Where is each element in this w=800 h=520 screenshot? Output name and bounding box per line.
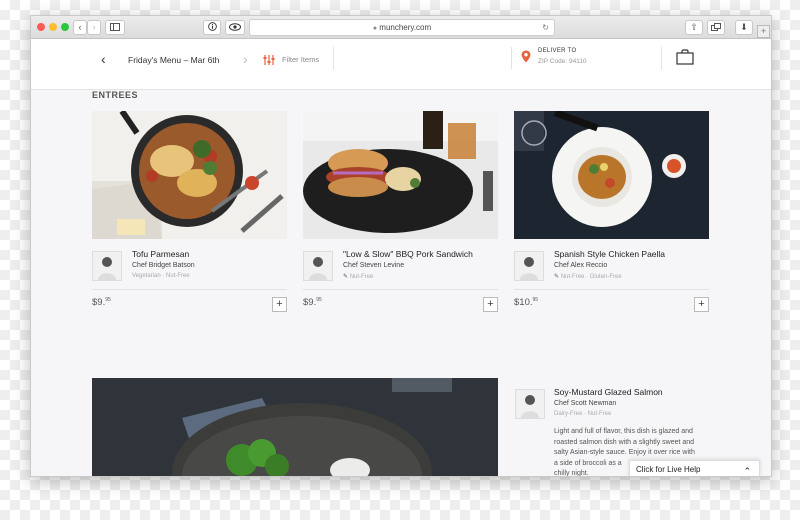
sidebar-toggle-icon[interactable] bbox=[105, 20, 125, 35]
price-main: $9. bbox=[303, 297, 317, 309]
dish-name[interactable]: Spanish Style Chicken Paella bbox=[554, 249, 665, 259]
address-bar[interactable]: ● munchery.com ↻ bbox=[249, 19, 555, 36]
chef-avatar bbox=[303, 251, 333, 281]
zoom-window-button[interactable] bbox=[61, 23, 69, 31]
chef-name: Chef Steven Levine bbox=[343, 262, 405, 269]
featured-dietary-tags: Dairy-Free · Nut-Free bbox=[554, 411, 612, 417]
window-corner-icon: + bbox=[757, 25, 770, 38]
nav-divider bbox=[661, 47, 662, 69]
address-bar-url: munchery.com bbox=[379, 23, 432, 32]
browser-window: ‹ › ● munchery.com ↻ ⇧ ⬇ ‹ Friday's Menu… bbox=[30, 15, 772, 477]
description-line: Light and full of flavor, this dish is g… bbox=[554, 428, 693, 435]
next-day-button[interactable]: › bbox=[243, 51, 248, 67]
deliver-to-label: DELIVER TO bbox=[538, 48, 577, 54]
price-main: $9. bbox=[92, 297, 106, 309]
location-pin-icon[interactable] bbox=[521, 50, 531, 68]
live-help-button[interactable]: Click for Live Help ⌃ bbox=[629, 460, 760, 476]
browser-forward-button[interactable]: › bbox=[87, 20, 101, 35]
chef-name: Chef Alex Reccio bbox=[554, 262, 608, 269]
browser-back-button[interactable]: ‹ bbox=[73, 20, 87, 35]
description-line: roasted salmon dish with a slightly swee… bbox=[554, 438, 695, 446]
menu-card[interactable]: Tofu Parmesan Chef Bridget Batson Vegeta… bbox=[92, 111, 287, 321]
dietary-tags: ✎ Nut-Free bbox=[343, 273, 373, 280]
tabs-icon[interactable] bbox=[707, 20, 725, 35]
price-cents: 95 bbox=[316, 297, 322, 303]
dish-name[interactable]: Tofu Parmesan bbox=[132, 249, 189, 259]
dietary-tags-text: Nut-Free · Gluten-Free bbox=[560, 274, 622, 280]
reload-icon[interactable]: ↻ bbox=[542, 20, 549, 35]
add-to-cart-button[interactable]: + bbox=[694, 297, 709, 312]
chef-name: Chef Bridget Batson bbox=[132, 262, 195, 269]
menu-date-title: Friday's Menu – Mar 6th bbox=[128, 55, 220, 65]
dietary-tags-text: Nut-Free bbox=[349, 274, 374, 280]
filter-items-button[interactable]: Filter Items bbox=[282, 55, 319, 64]
chevron-up-icon: ⌃ bbox=[743, 466, 751, 476]
chef-avatar bbox=[514, 251, 544, 281]
nav-divider bbox=[511, 47, 512, 69]
nut-free-icon: ✎ bbox=[343, 274, 349, 280]
dish-photo[interactable] bbox=[514, 111, 709, 239]
live-help-label: Click for Live Help bbox=[636, 465, 701, 474]
add-to-cart-button[interactable]: + bbox=[483, 297, 498, 312]
zip-code-field[interactable]: ZIP Code: 94110 bbox=[538, 58, 587, 65]
price: $9.95 bbox=[303, 297, 322, 308]
info-icon[interactable] bbox=[203, 20, 221, 35]
menu-card[interactable]: "Low & Slow" BBQ Pork Sandwich Chef Stev… bbox=[303, 111, 498, 321]
reader-view-icon[interactable] bbox=[225, 20, 245, 35]
chef-avatar bbox=[92, 251, 122, 281]
price-main: $10. bbox=[514, 297, 533, 309]
dish-name[interactable]: "Low & Slow" BBQ Pork Sandwich bbox=[343, 249, 473, 259]
lock-icon: ● bbox=[372, 25, 378, 32]
shopping-bag-icon[interactable] bbox=[676, 49, 694, 70]
price: $10.95 bbox=[514, 297, 538, 308]
dietary-tags: ✎ Nut-Free · Gluten-Free bbox=[554, 273, 622, 280]
minimize-window-button[interactable] bbox=[49, 23, 57, 31]
downloads-icon[interactable]: ⬇ bbox=[735, 20, 753, 35]
prev-day-button[interactable]: ‹ bbox=[101, 51, 106, 67]
card-divider bbox=[303, 289, 498, 290]
browser-toolbar: ‹ › ● munchery.com ↻ ⇧ ⬇ bbox=[31, 16, 771, 39]
share-icon[interactable]: ⇧ bbox=[685, 20, 703, 35]
featured-chef-name: Chef Scott Newman bbox=[554, 400, 617, 407]
menu-card[interactable]: Spanish Style Chicken Paella Chef Alex R… bbox=[514, 111, 709, 321]
section-title: ENTREES bbox=[92, 90, 139, 100]
featured-dish-photo[interactable] bbox=[92, 378, 498, 476]
description-line: salty Asian-style sauce. Enjoy it over r… bbox=[554, 449, 695, 456]
featured-dish-name[interactable]: Soy-Mustard Glazed Salmon bbox=[554, 387, 663, 397]
close-window-button[interactable] bbox=[37, 23, 45, 31]
chef-avatar bbox=[515, 389, 545, 419]
add-to-cart-button[interactable]: + bbox=[272, 297, 287, 312]
filter-icon[interactable] bbox=[263, 53, 275, 71]
dish-photo[interactable] bbox=[303, 111, 498, 239]
price-cents: 95 bbox=[105, 297, 111, 303]
site-header: ‹ Friday's Menu – Mar 6th › Filter Items… bbox=[31, 39, 771, 90]
nut-free-icon: ✎ bbox=[554, 274, 560, 280]
dietary-tags: Vegetarian · Nut-Free bbox=[132, 273, 190, 279]
dish-photo[interactable] bbox=[92, 111, 287, 239]
card-divider bbox=[514, 289, 709, 290]
nav-divider bbox=[333, 47, 334, 69]
price: $9.95 bbox=[92, 297, 111, 308]
card-divider bbox=[92, 289, 287, 290]
price-cents: 95 bbox=[532, 297, 539, 303]
